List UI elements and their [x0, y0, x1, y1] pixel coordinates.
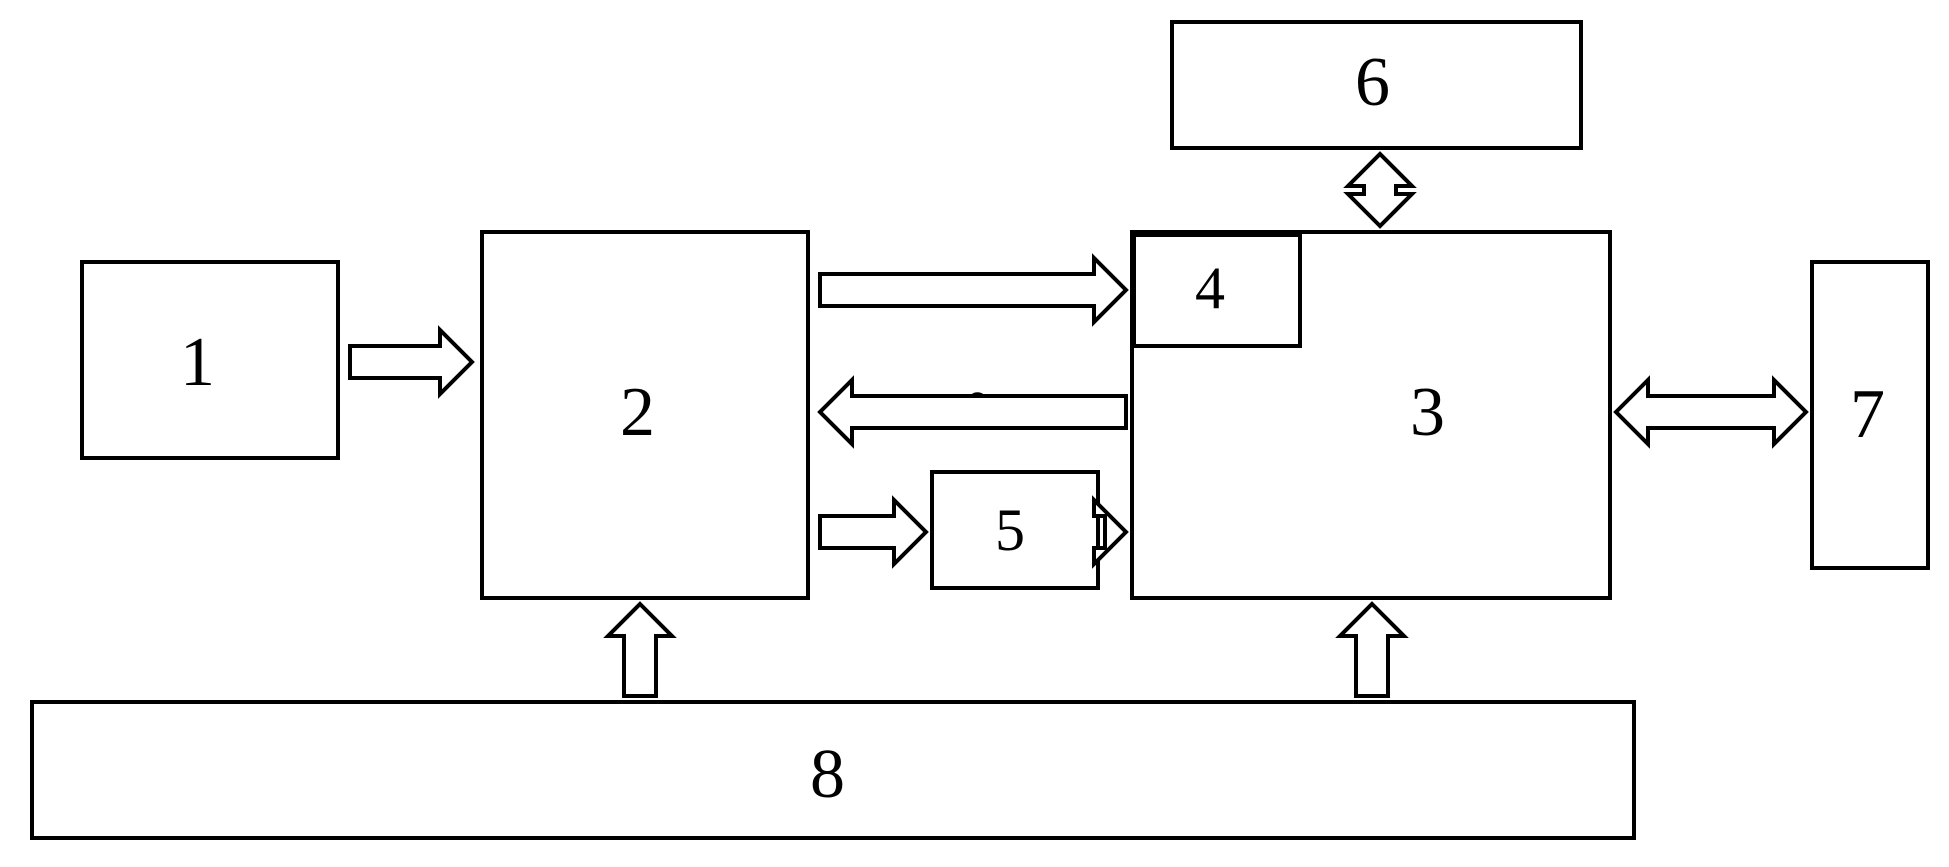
arrow-1-to-2: [350, 330, 472, 394]
arrow-8-to-2: [608, 604, 672, 696]
arrow-2-to-4: [820, 258, 1126, 322]
label-2: 2: [620, 378, 655, 448]
arrow-3-to-6-double: [1348, 154, 1412, 226]
label-3: 3: [1410, 378, 1445, 448]
arrow-3-to-7-double: [1616, 380, 1806, 444]
edge-label-9: 9: [968, 386, 988, 426]
label-6: 6: [1355, 48, 1390, 118]
label-8: 8: [810, 740, 845, 810]
diagram-stage: 1 2 3 4 5 6 7 8 9: [0, 0, 1949, 867]
label-1: 1: [180, 328, 215, 398]
arrow-8-to-3: [1340, 604, 1404, 696]
label-5: 5: [995, 500, 1025, 560]
label-7: 7: [1850, 380, 1885, 450]
label-4: 4: [1195, 258, 1225, 318]
arrow-2-to-5: [820, 500, 926, 564]
